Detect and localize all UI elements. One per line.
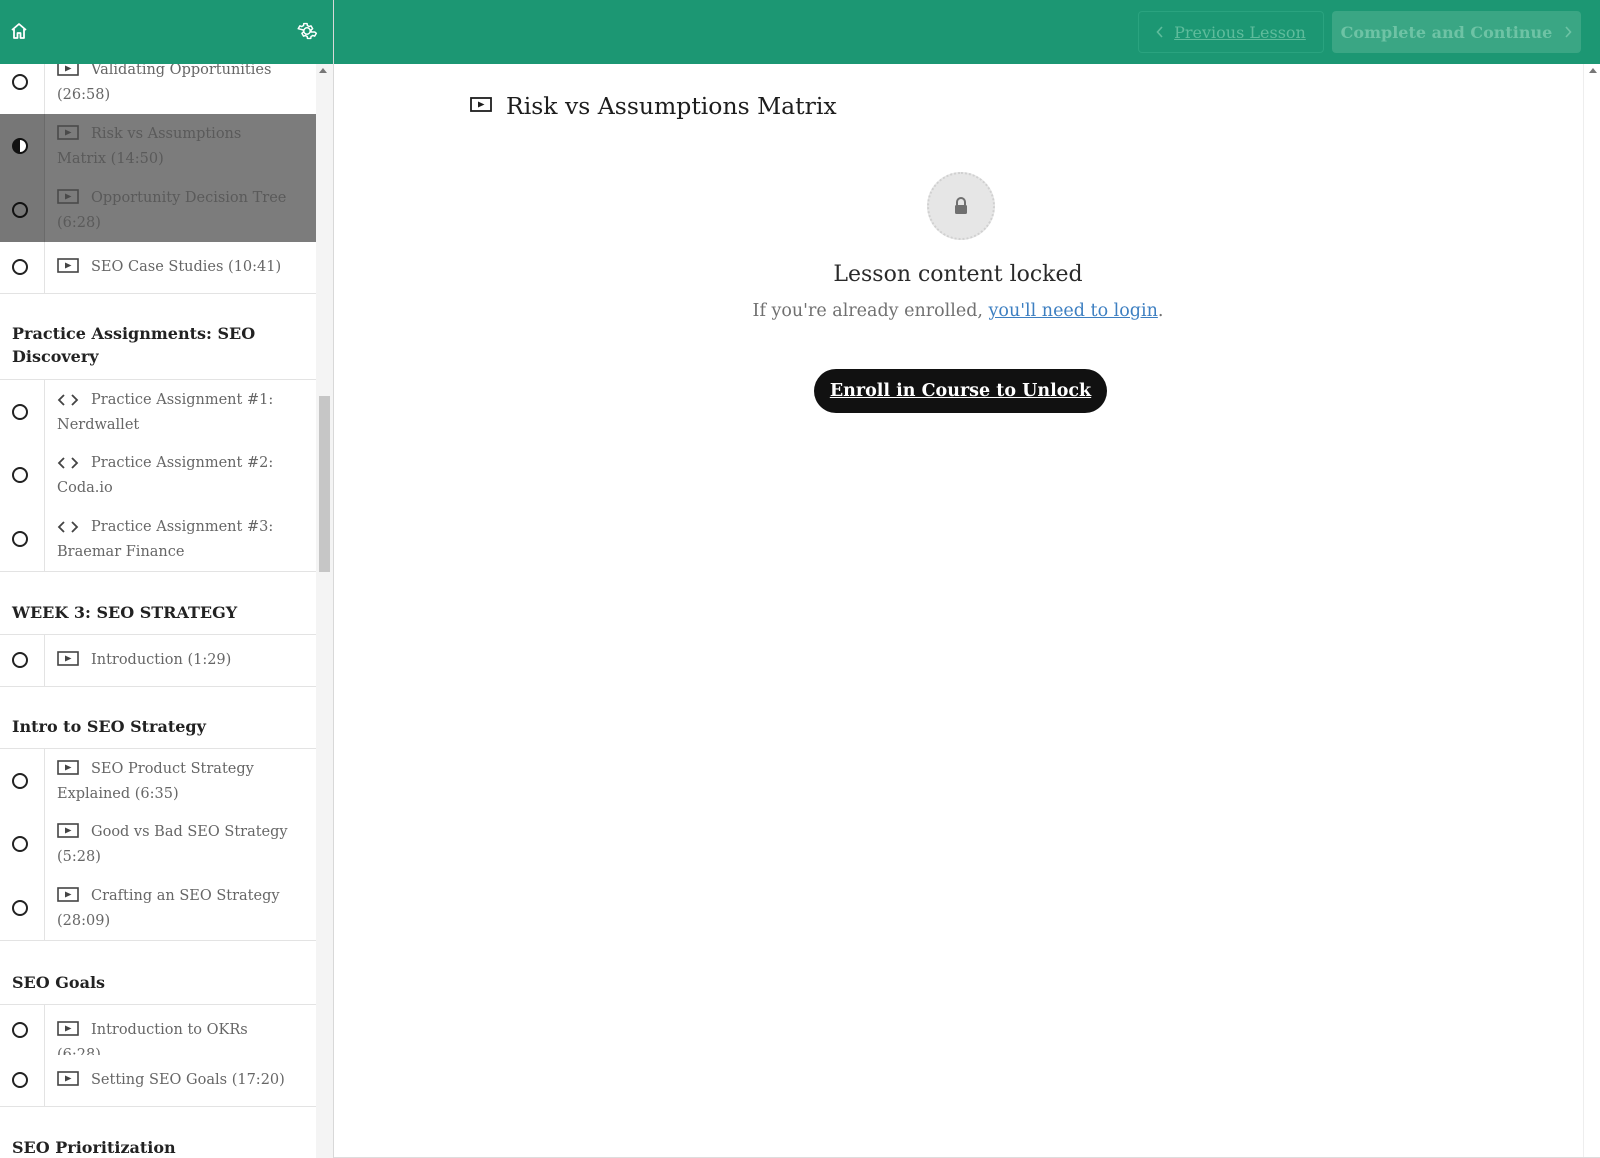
lesson-title: Setting SEO Goals (17:20) (91, 1072, 285, 1088)
lesson-item[interactable]: Practice Assignment #2: Coda.io (0, 443, 316, 508)
lesson-heading: Risk vs Assumptions Matrix (470, 88, 837, 124)
lesson-status (0, 812, 45, 876)
login-link[interactable]: you'll need to login (989, 301, 1158, 321)
lesson-status (0, 178, 45, 242)
lesson-status (0, 64, 45, 114)
section-heading: SEO Goals (12, 973, 106, 992)
lesson-item[interactable]: Opportunity Decision Tree (6:28) (0, 178, 316, 243)
video-icon (57, 760, 79, 783)
locked-suffix: . (1157, 301, 1164, 321)
video-icon (57, 258, 79, 281)
lesson-item[interactable]: Good vs Bad SEO Strategy (5:28) (0, 812, 316, 877)
section-heading: SEO Prioritization (12, 1138, 176, 1157)
status-circle-icon (12, 836, 28, 852)
status-circle-icon (12, 404, 28, 420)
code-icon (57, 519, 79, 541)
lesson-title: Validating Opportunities (26:58) (57, 64, 272, 103)
lesson-item[interactable]: Introduction to OKRs (6:28) (0, 1004, 316, 1063)
code-icon (57, 392, 79, 414)
lesson-item[interactable]: SEO Product Strategy Explained (6:35) (0, 748, 316, 814)
status-circle-icon (12, 259, 28, 275)
lesson-title: SEO Case Studies (10:41) (91, 259, 282, 275)
gear-icon[interactable] (294, 18, 320, 44)
lesson-status (0, 876, 45, 940)
lesson-status (0, 443, 45, 507)
lesson-title: Opportunity Decision Tree (6:28) (57, 190, 287, 231)
locked-prefix: If you're already enrolled, (752, 301, 989, 321)
video-icon (57, 651, 79, 674)
status-circle-icon (12, 202, 28, 218)
scroll-up-arrow-icon[interactable] (319, 68, 327, 73)
status-circle-icon (12, 1022, 28, 1038)
lesson-status (0, 1055, 45, 1106)
lesson-title: Introduction (1:29) (91, 652, 232, 668)
section-heading: Practice Assignments: SEO Discovery (12, 324, 256, 366)
status-circle-icon (12, 74, 28, 90)
sidebar-scrollbar[interactable] (316, 64, 333, 1158)
lesson-title: Risk vs Assumptions Matrix (506, 92, 837, 120)
previous-lesson-button[interactable]: Previous Lesson (1138, 11, 1324, 53)
lock-badge (927, 172, 995, 240)
lesson-title: Risk vs Assumptions Matrix (14:50) (57, 126, 242, 167)
lesson-item[interactable]: Validating Opportunities (26:58) (0, 64, 316, 115)
lesson-title: Practice Assignment #3: Braemar Finance (57, 519, 274, 560)
lesson-title: Practice Assignment #1: Nerdwallet (57, 392, 274, 433)
complete-and-continue-button[interactable]: Complete and Continue (1332, 11, 1581, 53)
lesson-item[interactable]: SEO Case Studies (10:41) (0, 242, 316, 294)
lesson-status (0, 380, 45, 444)
home-icon[interactable] (6, 18, 32, 44)
enroll-button[interactable]: Enroll in Course to Unlock (814, 369, 1107, 413)
section-heading: WEEK 3: SEO STRATEGY (12, 603, 238, 622)
status-circle-icon (12, 467, 28, 483)
status-circle-icon (12, 531, 28, 547)
video-icon (57, 887, 79, 910)
lesson-item[interactable]: Practice Assignment #3: Braemar Finance (0, 507, 316, 572)
lesson-status (0, 635, 45, 686)
lesson-status (0, 242, 45, 293)
lesson-title: SEO Product Strategy Explained (6:35) (57, 761, 254, 802)
lesson-status (0, 507, 45, 571)
lesson-item[interactable]: Introduction (1:29) (0, 634, 316, 687)
half-circle-icon (12, 138, 28, 154)
code-icon (57, 455, 79, 477)
status-circle-icon (12, 652, 28, 668)
lesson-status (0, 749, 45, 813)
video-icon (57, 823, 79, 846)
lock-icon (955, 197, 967, 214)
video-icon (57, 1071, 79, 1094)
video-icon (470, 92, 492, 120)
complete-label: Complete and Continue (1340, 22, 1553, 42)
lesson-item-active[interactable]: Risk vs Assumptions Matrix (14:50) (0, 114, 316, 179)
chevron-right-icon (1565, 26, 1572, 38)
sidebar-header (0, 0, 333, 64)
main-scrollbar[interactable] (1583, 64, 1600, 1158)
video-icon (57, 1021, 79, 1044)
scroll-up-arrow-icon[interactable] (1589, 68, 1597, 73)
video-icon (57, 189, 79, 212)
status-circle-icon (12, 1072, 28, 1088)
course-sidebar: Validating Opportunities (26:58) Risk vs… (0, 0, 334, 1158)
lesson-list: Validating Opportunities (26:58) Risk vs… (0, 64, 316, 1158)
lesson-item[interactable]: Setting SEO Goals (17:20) (0, 1055, 316, 1107)
video-icon (57, 64, 79, 84)
locked-heading: Lesson content locked (833, 262, 1083, 287)
scroll-thumb[interactable] (319, 396, 330, 572)
lesson-item[interactable]: Practice Assignment #1: Nerdwallet (0, 379, 316, 445)
chevron-left-icon (1156, 26, 1163, 38)
lesson-title: Crafting an SEO Strategy (28:09) (57, 888, 280, 929)
video-icon (57, 125, 79, 148)
lesson-item[interactable]: Crafting an SEO Strategy (28:09) (0, 876, 316, 941)
status-circle-icon (12, 773, 28, 789)
status-circle-icon (12, 900, 28, 916)
lesson-status (0, 1005, 45, 1056)
section-heading: Intro to SEO Strategy (12, 717, 206, 736)
lesson-title: Good vs Bad SEO Strategy (5:28) (57, 824, 288, 865)
lesson-title: Practice Assignment #2: Coda.io (57, 455, 274, 496)
lesson-topbar: Previous Lesson Complete and Continue (334, 0, 1600, 64)
lesson-status (0, 114, 45, 178)
locked-message: If you're already enrolled, you'll need … (334, 301, 1582, 321)
previous-lesson-label: Previous Lesson (1174, 22, 1306, 42)
